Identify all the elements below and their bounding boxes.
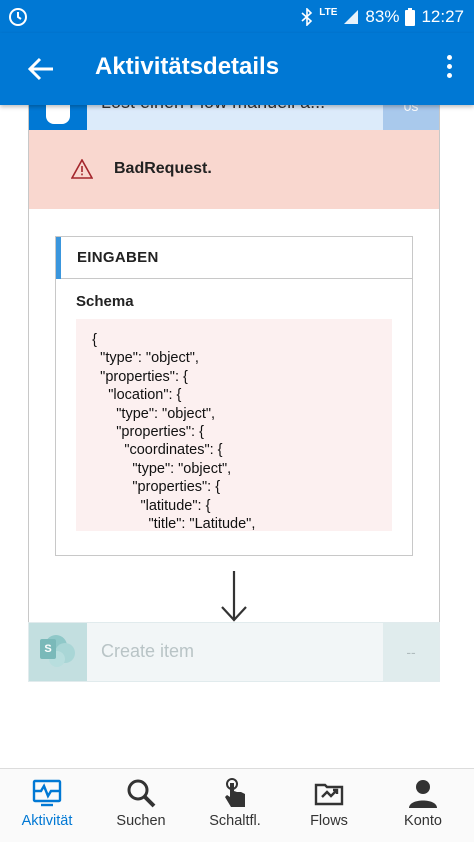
warning-icon [71,159,93,179]
schema-code: { "type": "object", "properties": { "loc… [92,332,256,531]
flows-icon [314,783,344,806]
nav-activity-label: Aktivität [21,813,73,829]
nav-buttons-label: Schaltfl. [209,813,261,829]
back-arrow-icon[interactable] [26,55,56,83]
inputs-section: EINGABEN Schema { "type": "object", "pro… [55,236,413,556]
schema-label: Schema [76,293,134,310]
app-bar: Aktivitätsdetails [0,33,474,105]
step-duration: 0s [383,105,439,130]
battery-icon [405,7,416,26]
network-type: LTE [319,6,338,18]
nav-account[interactable]: Konto [376,769,470,842]
inputs-header[interactable]: EINGABEN [56,237,412,279]
nav-buttons[interactable]: Schaltfl. [188,769,282,842]
battery-level: 83% [365,6,400,26]
status-indicators: LTE 83% 12:27 [301,0,464,33]
touch-icon [225,778,245,807]
activity-details: Lost einen Flow manuell a... 0s BadReque… [0,105,474,768]
nav-flows[interactable]: Flows [282,769,376,842]
step-name: Lost einen Flow manuell a... [101,105,325,113]
status-bar: LTE 83% 12:27 [0,0,474,33]
signal-icon [344,9,359,24]
app-screen: LTE 83% 12:27 Aktivitätsdetails Lost ein… [0,0,474,842]
inputs-title: EINGABEN [77,249,159,266]
page-title: Aktivitätsdetails [95,53,280,80]
error-message: BadRequest. [114,160,212,177]
status-time: 12:27 [421,6,464,26]
nav-flows-label: Flows [310,813,348,829]
nav-account-label: Konto [404,813,442,829]
schema-code-block[interactable]: { "type": "object", "properties": { "loc… [76,319,392,531]
bluetooth-icon [301,7,313,26]
sharepoint-icon: S [29,623,87,681]
account-icon [409,780,437,808]
create-item-step[interactable]: S Create item -- [28,622,440,682]
next-step-name: Create item [101,641,195,661]
activity-icon [32,779,62,807]
search-icon [127,779,156,808]
more-options-icon[interactable] [444,55,454,83]
nav-search-label: Suchen [116,813,166,829]
manual-trigger-icon [29,105,87,130]
nav-search[interactable]: Suchen [94,769,188,842]
step-header[interactable]: Lost einen Flow manuell a... 0s [29,105,439,130]
error-banner: BadRequest. [29,130,439,209]
clock-icon [9,8,27,26]
nav-activity[interactable]: Aktivität [0,769,94,842]
flow-arrow-icon [221,571,247,622]
bottom-navigation: Aktivität Suchen Schaltfl. Flows Konto [0,768,474,842]
next-step-duration: -- [383,623,439,681]
